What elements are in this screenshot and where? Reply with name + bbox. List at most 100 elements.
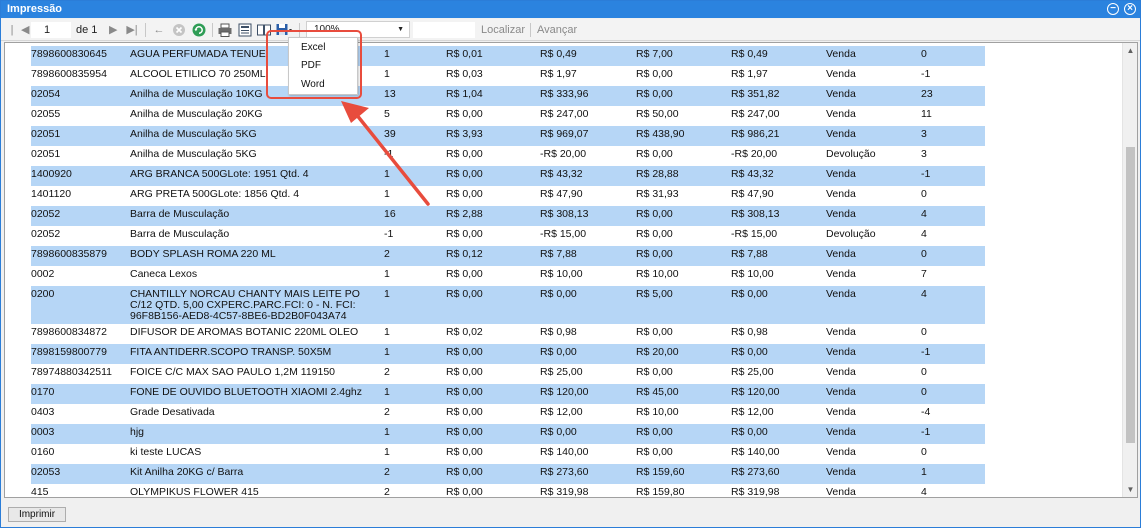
- cell-description: Anilha de Musculação 5KG: [130, 148, 257, 160]
- cell-value-1: R$ 0,01: [446, 48, 483, 60]
- cell-value-2: R$ 43,32: [540, 168, 583, 180]
- print-button[interactable]: Imprimir: [8, 507, 66, 522]
- cell-count: 11: [921, 108, 932, 120]
- cell-value-4: R$ 247,00: [731, 108, 780, 120]
- cell-value-3: R$ 28,88: [636, 168, 679, 180]
- cell-code: 02052: [31, 208, 61, 220]
- cell-value-4: -R$ 15,00: [731, 228, 778, 240]
- cell-value-1: R$ 0,00: [446, 406, 483, 418]
- cell-quantity: 1: [384, 68, 390, 80]
- cell-value-3: R$ 7,00: [636, 48, 673, 60]
- cell-value-4: R$ 273,60: [731, 466, 780, 478]
- cell-value-3: R$ 10,00: [636, 406, 679, 418]
- cell-code: 0200: [31, 288, 55, 300]
- previous-page-icon[interactable]: ◀: [21, 22, 29, 38]
- refresh-icon[interactable]: [191, 22, 207, 38]
- cell-value-3: R$ 0,00: [636, 148, 673, 160]
- table-row: 7898600835879 BODY SPLASH ROMA 220 ML 2 R$ …: [31, 246, 985, 266]
- cell-type: Devolução: [826, 228, 876, 240]
- cell-description: Barra de Musculação: [130, 208, 230, 220]
- cell-quantity: 1: [384, 386, 390, 398]
- cell-count: -4: [921, 406, 931, 418]
- cell-value-2: R$ 333,96: [540, 88, 589, 100]
- chevron-down-icon[interactable]: ▼: [1123, 482, 1137, 497]
- find-input[interactable]: [413, 22, 475, 38]
- cell-value-4: R$ 0,00: [731, 346, 768, 358]
- cell-value-1: R$ 0,00: [446, 268, 483, 280]
- cell-value-1: R$ 0,00: [446, 108, 483, 120]
- cell-description: Barra de Musculação: [130, 228, 230, 240]
- back-icon[interactable]: ←: [153, 22, 165, 38]
- cell-type: Venda: [826, 48, 856, 60]
- cell-value-3: R$ 159,80: [636, 486, 685, 498]
- scrollbar-thumb[interactable]: [1126, 147, 1135, 443]
- cell-value-1: R$ 0,00: [446, 148, 483, 160]
- cell-count: 4: [921, 208, 927, 220]
- cell-value-1: R$ 0,00: [446, 486, 483, 498]
- cell-value-2: R$ 1,97: [540, 68, 577, 80]
- cell-value-2: R$ 0,00: [540, 288, 577, 300]
- page-layout-icon[interactable]: [237, 22, 253, 38]
- cell-type: Venda: [826, 208, 856, 220]
- chevron-up-icon[interactable]: ▲: [1123, 43, 1137, 58]
- cell-type: Venda: [826, 248, 856, 260]
- stop-icon[interactable]: [171, 22, 187, 38]
- cell-value-4: R$ 0,49: [731, 48, 768, 60]
- next-page-icon[interactable]: ▶: [109, 22, 117, 38]
- first-page-icon[interactable]: |◀: [7, 22, 17, 52]
- cell-value-1: R$ 0,12: [446, 248, 483, 260]
- cell-value-2: R$ 7,88: [540, 248, 577, 260]
- page-number-input[interactable]: 1: [31, 22, 71, 38]
- cell-code: 0002: [31, 268, 55, 280]
- cell-code: 7898600835879: [31, 248, 107, 260]
- collapse-icon[interactable]: −: [1107, 3, 1119, 15]
- next-match-button[interactable]: Avançar: [537, 22, 577, 38]
- cell-code: 7898600830645: [31, 48, 107, 60]
- table-row: 02052 Barra de Musculação -1 R$ 0,00 -R$ 15,…: [31, 226, 985, 246]
- cell-quantity: 1: [384, 168, 390, 180]
- cell-count: 0: [921, 386, 927, 398]
- cell-count: -1: [921, 426, 931, 438]
- cell-value-3: R$ 50,00: [636, 108, 679, 120]
- cell-value-2: R$ 10,00: [540, 268, 583, 280]
- cell-description: Anilha de Musculação 10KG: [130, 88, 263, 100]
- last-page-icon[interactable]: ▶|: [126, 22, 138, 38]
- cell-value-2: R$ 12,00: [540, 406, 583, 418]
- report-viewer: 7898600830645 AGUA PERFUMADA TENUE 1 R$ 0,0…: [4, 42, 1138, 498]
- vertical-scrollbar[interactable]: ▲ ▼: [1122, 43, 1137, 497]
- cell-count: 3: [921, 148, 927, 160]
- find-button[interactable]: Localizar: [481, 22, 525, 38]
- cell-code: 7898600834872: [31, 326, 107, 338]
- cell-code: 02051: [31, 128, 61, 140]
- cell-type: Venda: [826, 426, 856, 438]
- cell-code: 7898600835954: [31, 68, 107, 80]
- cell-type: Venda: [826, 406, 856, 418]
- table-row: 1401120 ARG PRETA 500GLote: 1856 Qtd. 4 1 R…: [31, 186, 985, 206]
- cell-count: 7: [921, 268, 927, 280]
- cell-value-3: R$ 0,00: [636, 326, 673, 338]
- table-row: 0200 CHANTILLY NORCAU CHANTY MAIS LEITE P…: [31, 286, 985, 324]
- cell-code: 02051: [31, 148, 61, 160]
- cell-quantity: 1: [384, 48, 390, 60]
- cell-type: Venda: [826, 446, 856, 458]
- cell-count: -1: [921, 68, 931, 80]
- cell-value-2: R$ 0,00: [540, 426, 577, 438]
- cell-code: 1401120: [31, 188, 72, 200]
- close-icon[interactable]: ×: [1124, 3, 1136, 15]
- cell-description: ARG BRANCA 500GLote: 1951 Qtd. 4: [130, 168, 309, 180]
- cell-description: FITA ANTIDERR.SCOPO TRANSP. 50X5M: [130, 346, 332, 358]
- printer-icon[interactable]: [217, 22, 233, 38]
- cell-code: 02052: [31, 228, 61, 240]
- cell-value-1: R$ 0,00: [446, 446, 483, 458]
- cell-type: Devolução: [826, 148, 876, 160]
- cell-quantity: 2: [384, 248, 390, 260]
- cell-type: Venda: [826, 326, 856, 338]
- cell-value-1: R$ 0,03: [446, 68, 483, 80]
- table-row: 415 OLYMPIKUS FLOWER 415 2 R$ 0,00 R$ 319,98…: [31, 484, 985, 498]
- cell-value-2: R$ 308,13: [540, 208, 589, 220]
- cell-description: AGUA PERFUMADA TENUE: [130, 48, 266, 60]
- cell-value-1: R$ 0,00: [446, 288, 483, 300]
- cell-value-2: R$ 0,98: [540, 326, 577, 338]
- bottom-bar: Imprimir: [1, 499, 1140, 527]
- cell-value-1: R$ 0,00: [446, 168, 483, 180]
